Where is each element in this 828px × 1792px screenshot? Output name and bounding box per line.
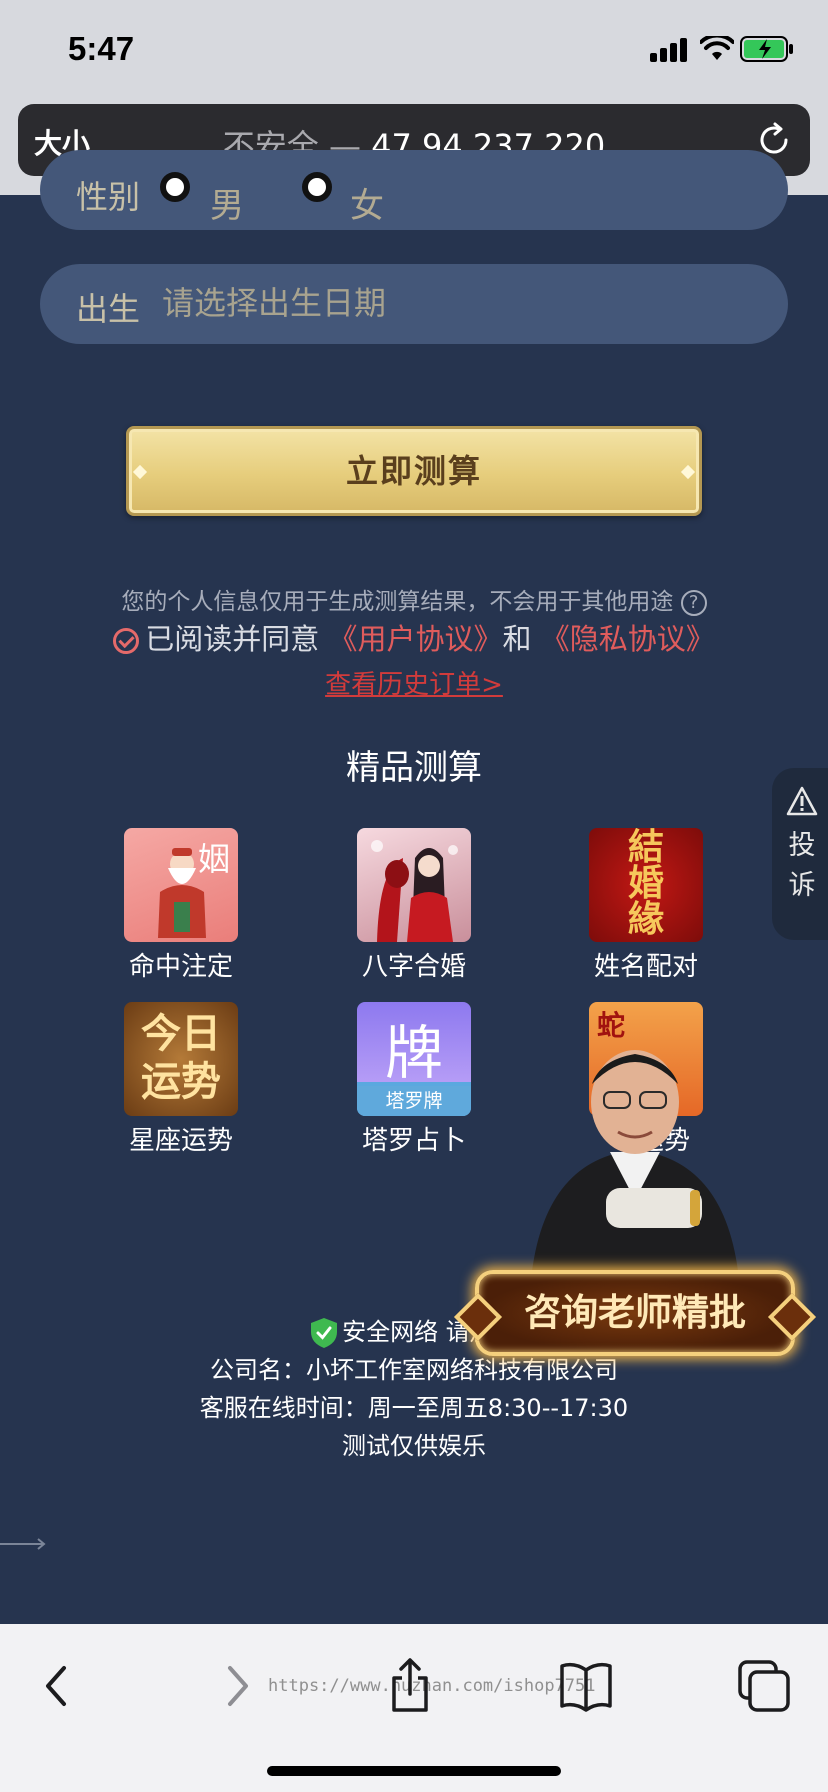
gender-female-label: 女 [350, 186, 384, 226]
birth-label: 出生 [76, 290, 141, 328]
product-thumb: 今日 运势 [124, 1002, 238, 1116]
agreement-and: 和 [502, 622, 532, 656]
product-card-marriage[interactable]: 八字合婚 [334, 828, 494, 983]
product-thumb [357, 828, 471, 942]
status-time: 5:47 [68, 30, 135, 67]
privacy-notice: 您的个人信息仅用于生成测算结果，不会用于其他用途 ? [0, 582, 828, 616]
gender-label: 性别 [76, 178, 141, 216]
thumb-char: 緣 [627, 899, 664, 940]
thumb-char: 婚 [627, 863, 664, 904]
arrow-right-icon [0, 1538, 46, 1550]
order-history-link[interactable]: 查看历史订单> [0, 664, 828, 701]
product-card-fate[interactable]: 姻 命中注定 [101, 828, 261, 983]
shield-check-icon [311, 1318, 338, 1348]
thumb-char: 結 [627, 828, 664, 868]
thumb-char: 蛇 [597, 1009, 626, 1042]
bride-illustration [371, 840, 458, 942]
browser-toolbar: https://www.huzhan.com/ishop7751 [0, 1624, 828, 1792]
privacy-notice-text: 您的个人信息仅用于生成测算结果，不会用于其他用途 [121, 589, 674, 615]
birth-date-input[interactable] [162, 278, 742, 328]
user-agreement-link[interactable]: 《用户协议》 [328, 622, 502, 656]
warning-icon [786, 786, 818, 816]
product-card-tarot[interactable]: 牌 塔罗牌 塔罗占卜 [334, 1002, 494, 1157]
thumb-char: 运势 [141, 1059, 221, 1105]
product-thumb: 牌 塔罗牌 [357, 1002, 471, 1116]
back-icon[interactable] [28, 1656, 88, 1716]
checkbox-checked-icon[interactable] [113, 628, 140, 654]
tabs-icon[interactable] [734, 1656, 794, 1716]
product-name: 姓名配对 [593, 952, 698, 982]
wifi-icon [700, 36, 734, 60]
product-name: 塔罗占卜 [361, 1126, 466, 1156]
cellular-signal-icon [650, 38, 690, 62]
agreement-prefix: 已阅读并同意 [145, 622, 320, 656]
consultant-avatar[interactable] [520, 1040, 750, 1290]
share-icon[interactable] [380, 1656, 440, 1716]
product-name: 八字合婚 [361, 952, 466, 982]
gender-field: 性别 男 女 [40, 150, 788, 230]
thumb-char: 今日 [141, 1011, 221, 1057]
help-icon[interactable]: ? [680, 589, 707, 616]
gender-male-label: 男 [210, 186, 244, 226]
disclaimer: 测试仅供娱乐 [342, 1432, 486, 1460]
gender-female-radio[interactable] [302, 172, 332, 202]
thumb-char: 牌 [384, 1019, 443, 1087]
product-card-horoscope[interactable]: 今日 运势 星座运势 [101, 1002, 261, 1157]
product-thumb: 結 婚 緣 [589, 828, 703, 942]
product-thumb: 姻 [124, 828, 238, 942]
privacy-agreement-link[interactable]: 《隐私协议》 [541, 622, 715, 656]
forward-icon[interactable] [206, 1656, 266, 1716]
calculate-now-button[interactable]: 立即测算 [126, 426, 702, 516]
gender-male-radio[interactable] [160, 172, 190, 202]
product-name: 命中注定 [128, 952, 233, 982]
complaint-char: 投 [788, 830, 816, 861]
section-title: 精品测算 [346, 748, 482, 788]
battery-charging-icon [740, 36, 793, 62]
home-indicator[interactable] [267, 1766, 561, 1776]
status-bar: 5:47 [0, 0, 828, 100]
complaint-char: 诉 [788, 870, 816, 901]
thumb-tag: 塔罗牌 [357, 1086, 471, 1116]
complaint-tab[interactable]: 投 诉 [772, 768, 828, 940]
birth-field: 出生 [40, 264, 788, 344]
bookmarks-icon[interactable] [556, 1656, 616, 1716]
agreement-row: 已阅读并同意 《用户协议》和 《隐私协议》 [0, 616, 828, 658]
product-name: 星座运势 [128, 1126, 233, 1156]
product-card-name-match[interactable]: 結 婚 緣 姓名配对 [566, 828, 726, 983]
matchmaker-illustration [158, 848, 206, 938]
consult-teacher-button[interactable]: 咨询老师精批 [475, 1270, 795, 1356]
service-hours: 客服在线时间：周一至周五8:30--17:30 [199, 1394, 629, 1422]
